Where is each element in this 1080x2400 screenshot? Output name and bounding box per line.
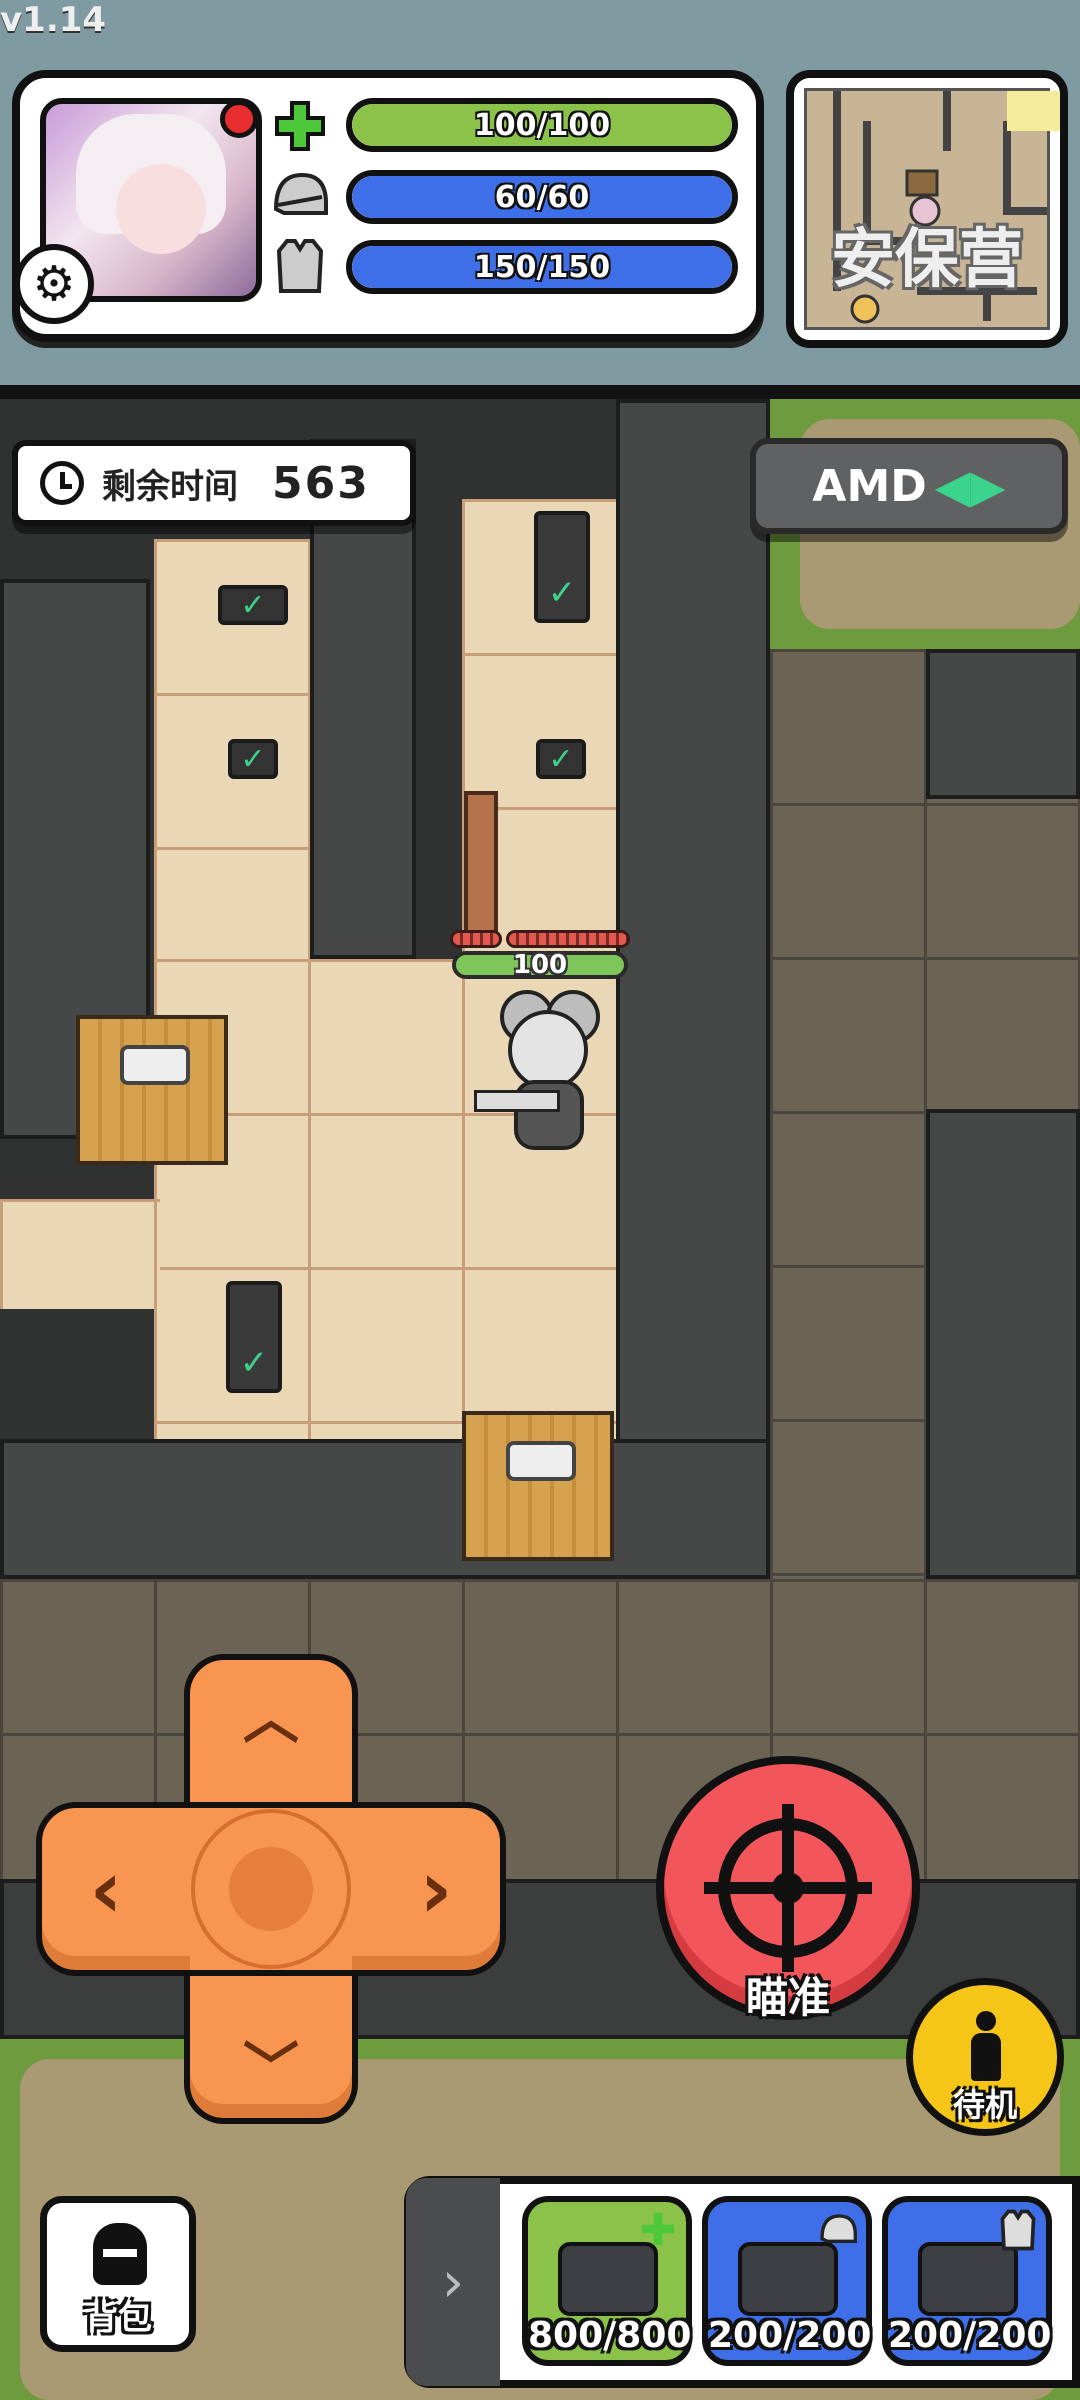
loot-crate[interactable]: ✓ [536, 739, 586, 779]
door-window [506, 1441, 576, 1481]
dpad-right-button[interactable]: › [396, 1843, 476, 1936]
medkit-slot[interactable]: ✚ 800/800 [522, 2196, 692, 2366]
crosshair-dot [772, 1872, 804, 1904]
amd-button-label: AMD [812, 460, 927, 512]
armor-repair-slot[interactable]: 200/200 [882, 2196, 1052, 2366]
person-icon [971, 2011, 1001, 2081]
plus-icon [270, 96, 330, 156]
health-bar: 100/100 [346, 98, 738, 152]
time-remaining-panel: 剩余时间 563 [12, 440, 416, 526]
wooden-post [464, 791, 498, 941]
helmet-repair-count: 200/200 [708, 2315, 872, 2356]
wall [926, 649, 1080, 799]
vest-icon [270, 236, 330, 296]
time-remaining-value: 563 [272, 457, 370, 509]
helmet-icon [270, 166, 330, 226]
quickbar-toggle-button[interactable]: › [406, 2178, 500, 2386]
double-arrow-icon: ◀▶ [934, 459, 1006, 513]
dpad-center[interactable] [229, 1847, 313, 1931]
repair-kit-icon [738, 2242, 838, 2316]
armor-bar: 150/150 [346, 240, 738, 294]
movement-dpad[interactable]: ︿ ﹀ ‹ › [36, 1654, 506, 2124]
notification-dot [220, 100, 258, 138]
helmet-value: 60/60 [494, 179, 590, 215]
gear-icon[interactable]: ⚙ [14, 244, 94, 324]
plus-icon: ✚ [639, 2204, 677, 2256]
loot-crate[interactable]: ✓ [228, 739, 278, 779]
repair-kit-icon [918, 2242, 1018, 2316]
loot-crate[interactable]: ✓ [218, 585, 288, 625]
time-remaining-label: 剩余时间 [102, 466, 238, 507]
helmet-repair-slot[interactable]: 200/200 [702, 2196, 872, 2366]
standby-label: 待机 [952, 2086, 1017, 2124]
character-weapon [474, 1090, 560, 1112]
location-label: 安保营 [831, 223, 1023, 297]
armor-value: 150/150 [473, 249, 611, 285]
character-head [508, 1010, 588, 1090]
loot-locker[interactable]: ✓ [226, 1281, 282, 1393]
armor-repair-count: 200/200 [888, 2315, 1052, 2356]
helmet-bar: 60/60 [346, 170, 738, 224]
wooden-floor [0, 1199, 160, 1309]
amd-button[interactable]: AMD ◀▶ [750, 438, 1068, 534]
helmet-icon [814, 2206, 862, 2254]
version-label: v1.14 [0, 0, 107, 40]
door[interactable] [462, 1411, 614, 1561]
dpad-down-button[interactable]: ﹀ [231, 2024, 311, 2104]
wall [0, 1439, 770, 1579]
health-value: 100/100 [473, 107, 611, 143]
door[interactable] [76, 1015, 228, 1165]
minimap[interactable]: 安保营 [786, 70, 1068, 348]
backpack-label: 背包 [84, 2298, 152, 2338]
dpad-left-button[interactable]: ‹ [66, 1843, 146, 1936]
divider [0, 385, 1080, 399]
wall [616, 399, 770, 1579]
backpack-icon [93, 2223, 147, 2285]
loot-locker[interactable]: ✓ [534, 511, 590, 623]
vest-icon [994, 2206, 1042, 2254]
aim-label: 瞄准 [745, 1973, 830, 2022]
dpad-up-button[interactable]: ︿ [231, 1674, 311, 1754]
player-character [460, 930, 620, 1170]
door-window [120, 1045, 190, 1085]
medkit-count: 800/800 [528, 2315, 692, 2356]
clock-icon [40, 461, 84, 505]
avatar-face [116, 164, 206, 254]
wall [926, 1109, 1080, 1579]
